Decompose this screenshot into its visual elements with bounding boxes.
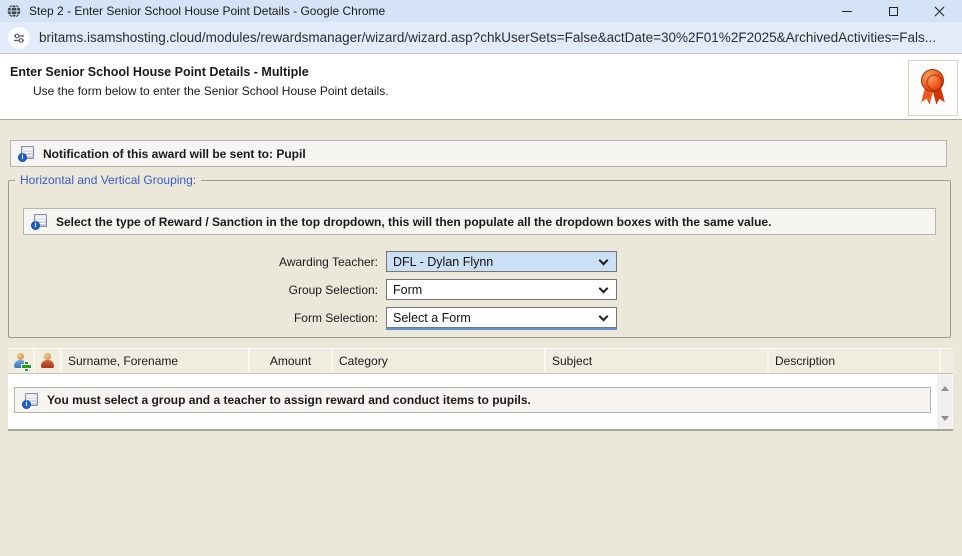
grouping-legend: Horizontal and Vertical Grouping:	[15, 173, 201, 187]
table-scrollbar[interactable]	[937, 374, 952, 429]
column-category: Category	[333, 349, 546, 373]
empty-table-message: You must select a group and a teacher to…	[47, 393, 531, 407]
empty-table-message-bar: You must select a group and a teacher to…	[14, 387, 931, 413]
add-pupil-header-cell[interactable]	[8, 349, 35, 373]
awarding-teacher-value: DFL - Dylan Flynn	[393, 255, 493, 269]
chevron-down-icon	[599, 312, 609, 322]
window-controls	[824, 0, 962, 22]
group-selection-value: Form	[393, 283, 422, 297]
award-ribbon-box	[908, 60, 958, 116]
tune-icon	[13, 32, 25, 44]
form-selection-row: Form Selection: Select a Form	[9, 307, 950, 328]
scrollbar-header-stub	[941, 349, 953, 373]
chrome-popup-window: Step 2 - Enter Senior School House Point…	[0, 0, 962, 556]
pupil-table-body: You must select a group and a teacher to…	[8, 374, 953, 431]
close-icon	[934, 6, 945, 17]
form-selection-label: Form Selection:	[9, 311, 378, 325]
address-bar[interactable]: britams.isamshosting.cloud/modules/rewar…	[0, 22, 962, 54]
minimize-button[interactable]	[824, 0, 870, 22]
notification-text: Notification of this award will be sent …	[43, 147, 306, 161]
window-title: Step 2 - Enter Senior School House Point…	[29, 4, 385, 18]
minimize-icon	[842, 11, 852, 12]
page-title: Enter Senior School House Point Details …	[10, 65, 309, 79]
person-add-icon	[12, 353, 29, 369]
column-surname-forename: Surname, Forename	[62, 349, 250, 373]
person-icon	[39, 353, 56, 369]
dropdown-help-bar: Select the type of Reward / Sanction in …	[23, 208, 936, 235]
site-info-button[interactable]	[8, 27, 30, 49]
close-button[interactable]	[916, 0, 962, 22]
maximize-button[interactable]	[870, 0, 916, 22]
form-selection-value: Select a Form	[393, 311, 471, 325]
group-selection-label: Group Selection:	[9, 283, 378, 297]
awarding-teacher-row: Awarding Teacher: DFL - Dylan Flynn	[9, 251, 950, 272]
awarding-teacher-select[interactable]: DFL - Dylan Flynn	[386, 251, 617, 272]
page-subtitle: Use the form below to enter the Senior S…	[33, 84, 389, 98]
form-info-icon	[23, 393, 38, 408]
page-header: Enter Senior School House Point Details …	[0, 54, 962, 120]
form-selection-select[interactable]: Select a Form	[386, 307, 617, 328]
form-info-icon	[32, 214, 47, 229]
maximize-icon	[889, 7, 898, 16]
scroll-up-icon[interactable]	[941, 386, 949, 391]
dropdown-help-text: Select the type of Reward / Sanction in …	[56, 215, 771, 229]
wizard-body: Notification of this award will be sent …	[0, 120, 962, 556]
form-info-icon	[19, 146, 34, 161]
globe-icon	[7, 4, 21, 18]
window-titlebar: Step 2 - Enter Senior School House Point…	[0, 0, 962, 22]
group-selection-select[interactable]: Form	[386, 279, 617, 300]
notification-bar: Notification of this award will be sent …	[10, 140, 947, 167]
column-description: Description	[769, 349, 941, 373]
grouping-fieldset: Horizontal and Vertical Grouping: Select…	[8, 180, 951, 338]
pupil-table-header: Surname, Forename Amount Category Subjec…	[8, 348, 953, 374]
column-subject: Subject	[546, 349, 769, 373]
chevron-down-icon	[599, 284, 609, 294]
column-amount: Amount	[250, 349, 333, 373]
url-text[interactable]: britams.isamshosting.cloud/modules/rewar…	[39, 30, 936, 45]
pupil-header-cell[interactable]	[35, 349, 62, 373]
chevron-down-icon	[599, 256, 609, 266]
group-selection-row: Group Selection: Form	[9, 279, 950, 300]
awarding-teacher-label: Awarding Teacher:	[9, 255, 378, 269]
red-rosette-ribbon-icon	[920, 69, 946, 107]
scroll-down-icon[interactable]	[941, 416, 949, 421]
